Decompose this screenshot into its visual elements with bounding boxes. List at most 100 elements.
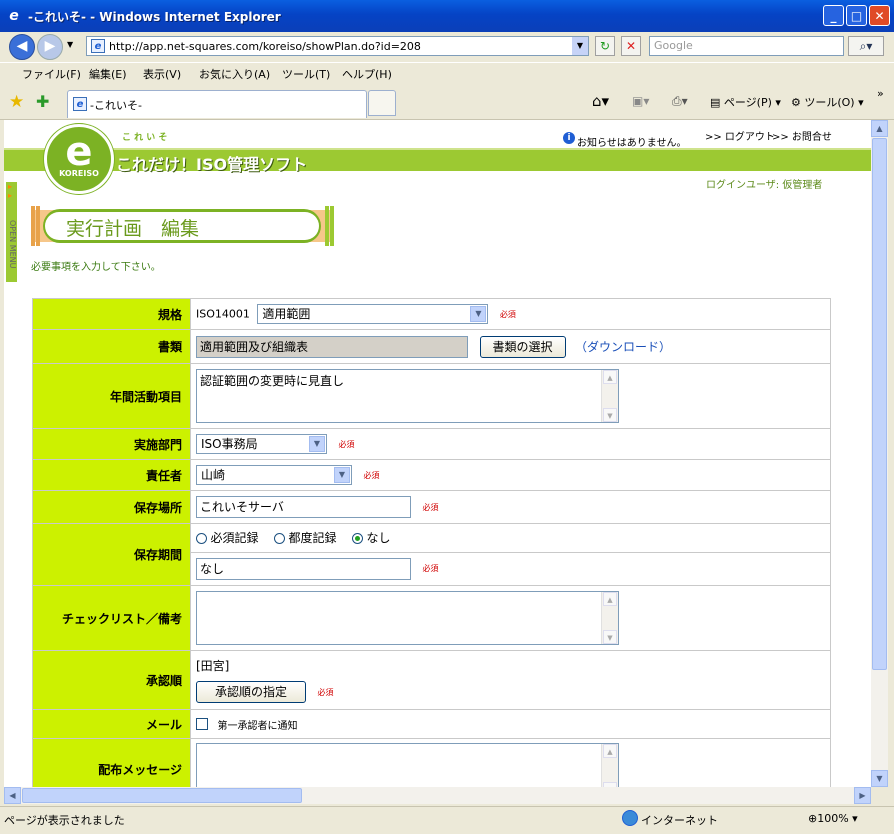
period-value-row: なし 必須 bbox=[191, 553, 830, 585]
scroll-down-icon: ▼ bbox=[603, 408, 617, 422]
row-location: 保存場所 これいそサーバ 必須 bbox=[32, 490, 831, 524]
brand-title: これだけ！ISO管理ソフト bbox=[116, 155, 308, 174]
textarea-scrollbar[interactable]: ▲▼ bbox=[601, 743, 618, 787]
location-input[interactable]: これいそサーバ bbox=[196, 496, 411, 518]
document-label: 書類 bbox=[32, 329, 191, 364]
approval-order-button[interactable]: 承認順の指定 bbox=[196, 681, 307, 703]
radio-required-record-label: 必須記録 bbox=[210, 531, 259, 545]
tools-menu-label: ツール(O) bbox=[804, 96, 855, 109]
menu-help[interactable]: ヘルプ(H) bbox=[342, 66, 392, 82]
contact-link[interactable]: >> お問合せ bbox=[772, 128, 832, 143]
notice-text: お知らせはありません。 bbox=[577, 138, 687, 149]
open-menu-label[interactable]: OPEN MENU bbox=[6, 220, 17, 290]
required-mark: 必須 bbox=[499, 309, 516, 319]
ie-logo-icon: e bbox=[9, 8, 19, 24]
address-dropdown-icon[interactable]: ▼ bbox=[572, 37, 588, 55]
menu-file[interactable]: ファイル(F) bbox=[22, 66, 81, 82]
favorites-star-icon[interactable]: ★ bbox=[9, 92, 24, 112]
print-icon[interactable]: ⎙▾ bbox=[672, 94, 688, 109]
document-field: 適用範囲及び組織表 bbox=[196, 335, 468, 358]
row-owner: 責任者 山崎 ▼ 必須 bbox=[32, 459, 831, 491]
title-bar: e -これいそ- - Windows Internet Explorer _ □… bbox=[0, 0, 894, 32]
history-dropdown-icon[interactable]: ▼ bbox=[67, 40, 73, 49]
tab-koreiso[interactable]: e -これいそ- bbox=[67, 90, 367, 118]
scroll-right-icon[interactable]: ▶ bbox=[854, 787, 871, 804]
annual-item-value: 認証範囲の変更時に見直し bbox=[200, 374, 345, 388]
status-text: ページが表示されました bbox=[4, 814, 125, 827]
search-input[interactable]: Google bbox=[649, 36, 844, 56]
row-checklist: チェックリスト／備考 ▲ ▼ bbox=[32, 585, 831, 651]
logo-ring-text: KOREISO bbox=[59, 169, 99, 178]
select-document-button[interactable]: 書類の選択 bbox=[479, 335, 566, 358]
radio-required-record[interactable] bbox=[196, 532, 207, 544]
refresh-button[interactable]: ↻ bbox=[595, 36, 615, 56]
owner-value: 山崎 bbox=[201, 468, 226, 482]
scroll-up-icon[interactable]: ▲ bbox=[871, 120, 888, 137]
annual-item-cell: 認証範囲の変更時に見直し ▲ ▼ bbox=[190, 363, 831, 429]
scroll-down-icon[interactable]: ▼ bbox=[871, 770, 888, 787]
new-tab-button[interactable] bbox=[368, 90, 396, 116]
radio-each-record[interactable] bbox=[274, 532, 286, 544]
approval-value: [田宮] bbox=[196, 659, 230, 673]
instruction-text: 必要事項を入力して下さい。 bbox=[31, 262, 161, 273]
zoom-icon: ⊕ bbox=[808, 812, 818, 825]
radio-none-label: なし bbox=[366, 531, 391, 545]
approval-label: 承認順 bbox=[32, 650, 191, 710]
feeds-icon[interactable]: ▣▾ bbox=[632, 94, 649, 108]
approval-cell: [田宮] 承認順の指定 必須 bbox=[190, 650, 831, 710]
page-menu[interactable]: ▤ ページ(P) ▾ bbox=[710, 94, 781, 110]
standard-label: 規格 bbox=[32, 298, 191, 330]
plan-form: 規格 ISO14001 適用範囲 ▼ 必須 書類 適用範囲及び組織表 書類の選択 … bbox=[32, 298, 831, 787]
department-select[interactable]: ISO事務局 ▼ bbox=[196, 434, 327, 454]
address-bar[interactable]: e http://app.net-squares.com/koreiso/sho… bbox=[86, 36, 589, 56]
zoom-level: 100% bbox=[817, 812, 849, 825]
period-options: 必須記録 都度記録 なし bbox=[191, 524, 830, 553]
add-favorite-icon[interactable]: ✚ bbox=[36, 92, 49, 111]
notify-first-approver-checkbox[interactable] bbox=[196, 718, 208, 730]
close-button[interactable]: ✕ bbox=[869, 5, 890, 26]
period-input[interactable]: なし bbox=[196, 558, 411, 580]
textarea-scrollbar[interactable]: ▲▼ bbox=[601, 592, 618, 644]
standard-cell: ISO14001 適用範囲 ▼ 必須 bbox=[190, 298, 831, 330]
radio-each-record-label: 都度記録 bbox=[288, 531, 337, 545]
horizontal-scroll-thumb[interactable] bbox=[22, 788, 302, 803]
download-link[interactable]: （ダウンロード） bbox=[575, 340, 671, 354]
message-textarea[interactable]: ▲▼ bbox=[196, 742, 619, 787]
maximize-button[interactable]: □ bbox=[846, 5, 867, 26]
home-icon[interactable]: ⌂▾ bbox=[592, 92, 609, 110]
minimize-button[interactable]: _ bbox=[823, 5, 844, 26]
menu-favorites[interactable]: お気に入り(A) bbox=[199, 66, 270, 82]
tools-menu[interactable]: ⚙ ツール(O) ▾ bbox=[791, 94, 864, 110]
chevron-right-icon[interactable]: » bbox=[877, 87, 884, 100]
url-text: http://app.net-squares.com/koreiso/showP… bbox=[109, 40, 421, 53]
back-button[interactable]: ◀ bbox=[9, 34, 35, 60]
textarea-scrollbar[interactable]: ▲▼ bbox=[601, 370, 618, 422]
scroll-left-icon[interactable]: ◀ bbox=[4, 787, 21, 804]
menu-tools[interactable]: ツール(T) bbox=[282, 66, 330, 82]
zoom-control[interactable]: ⊕100% ▾ bbox=[808, 812, 858, 825]
required-mark: 必須 bbox=[317, 687, 334, 697]
standard-select[interactable]: 適用範囲 ▼ bbox=[257, 304, 489, 324]
menu-edit[interactable]: 編集(E) bbox=[89, 66, 127, 82]
stop-button[interactable]: ✕ bbox=[621, 36, 641, 56]
search-button[interactable]: ⌕▾ bbox=[848, 36, 884, 56]
annual-item-textarea[interactable]: 認証範囲の変更時に見直し ▲ ▼ bbox=[196, 369, 619, 423]
page-content: e KOREISO こ れ い そ これだけ！ISO管理ソフト i お知らせはあ… bbox=[4, 120, 871, 787]
standard-value: 適用範囲 bbox=[262, 307, 311, 321]
owner-select[interactable]: 山崎 ▼ bbox=[196, 465, 352, 485]
vertical-scroll-thumb[interactable] bbox=[872, 138, 887, 670]
required-mark: 必須 bbox=[422, 564, 439, 573]
forward-button[interactable]: ▶ bbox=[37, 34, 63, 60]
vertical-scrollbar[interactable]: ▲ ▼ bbox=[871, 120, 888, 787]
row-standard: 規格 ISO14001 適用範囲 ▼ 必須 bbox=[32, 298, 831, 330]
checklist-textarea[interactable]: ▲ ▼ bbox=[196, 591, 619, 645]
horizontal-scrollbar[interactable]: ◀ ▶ bbox=[4, 787, 871, 804]
menu-view[interactable]: 表示(V) bbox=[143, 66, 181, 82]
logout-link[interactable]: >> ログアウト bbox=[705, 128, 775, 143]
info-icon: i bbox=[563, 132, 575, 144]
page-menu-label: ページ(P) bbox=[723, 96, 772, 109]
radio-none[interactable] bbox=[352, 532, 364, 544]
owner-label: 責任者 bbox=[32, 459, 191, 491]
koreiso-logo: e KOREISO bbox=[44, 124, 114, 194]
row-document: 書類 適用範囲及び組織表 書類の選択 （ダウンロード） bbox=[32, 329, 831, 364]
